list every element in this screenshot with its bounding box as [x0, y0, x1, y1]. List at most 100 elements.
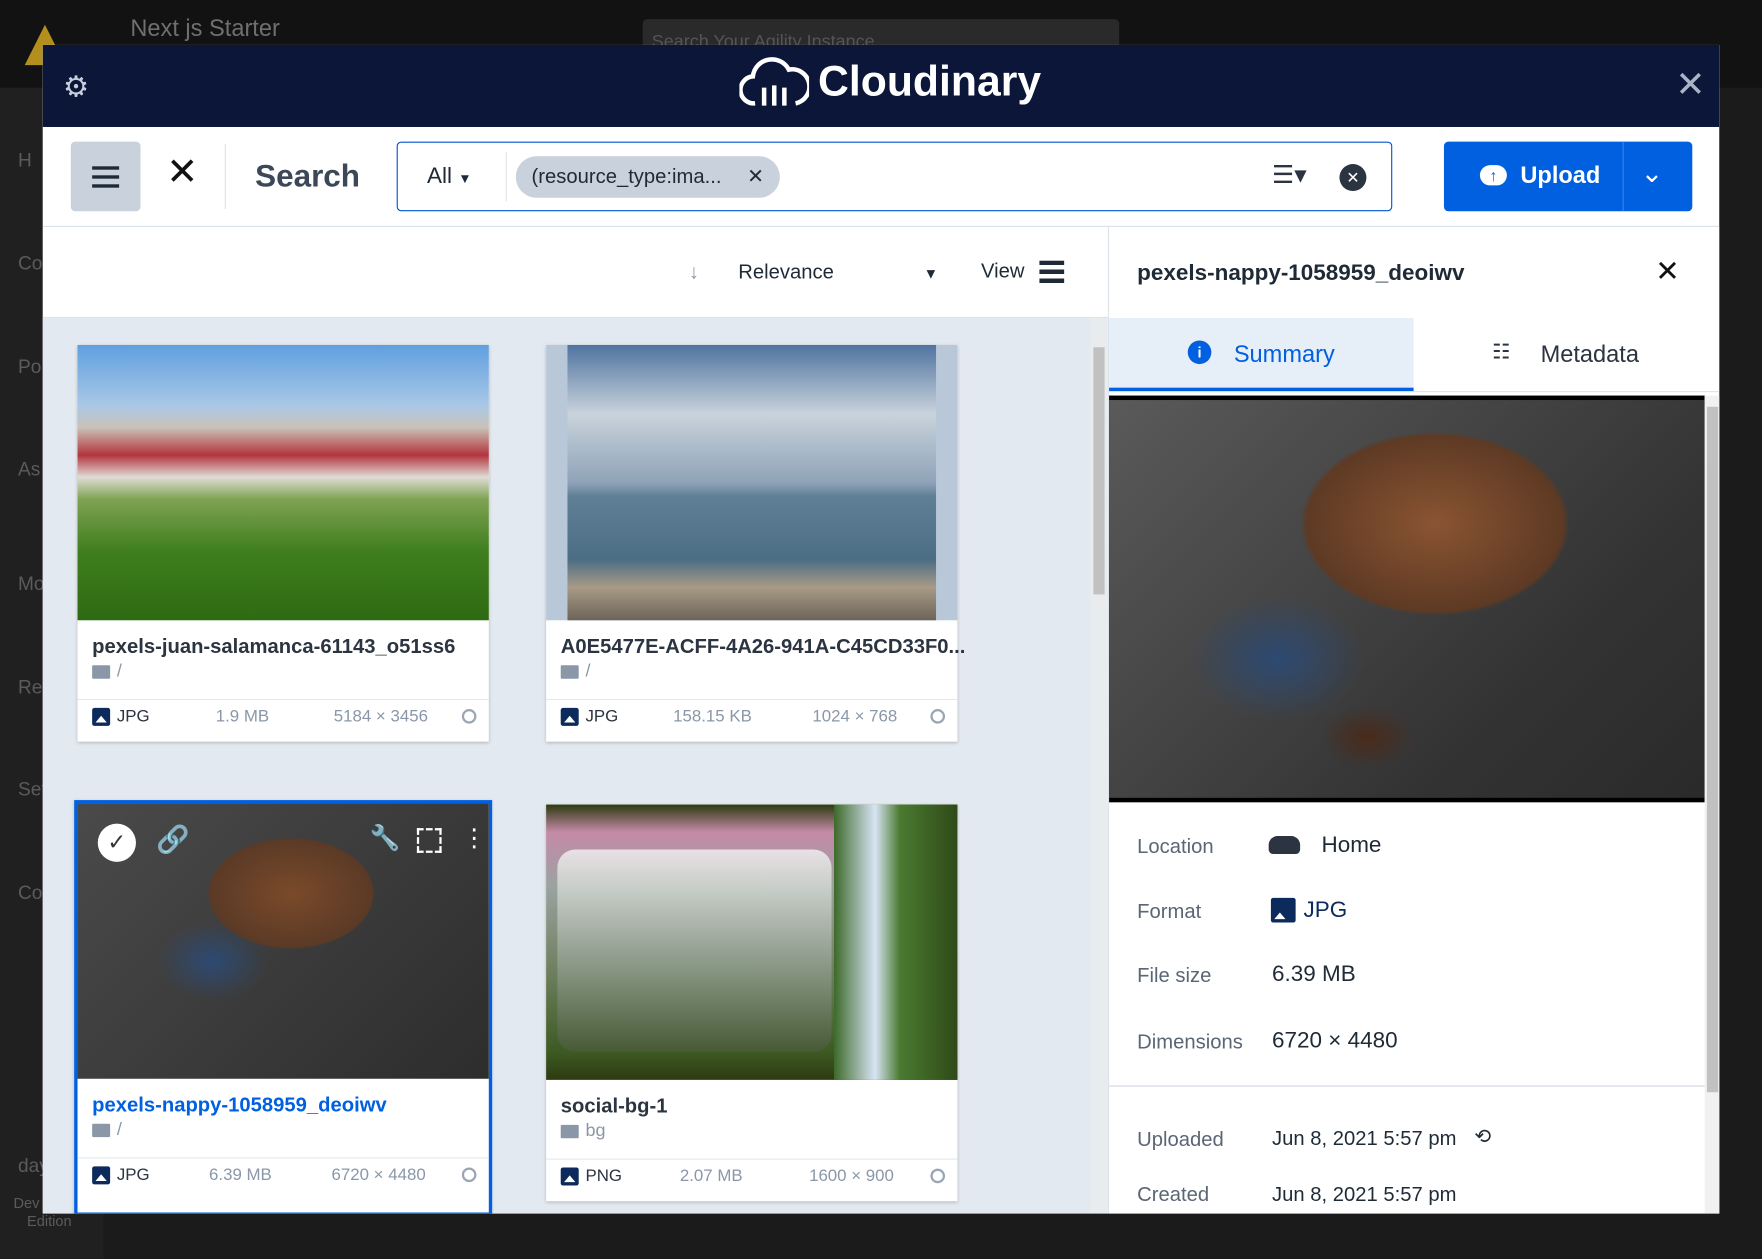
asset-card[interactable]: social-bg-1 bg PNG 2.07 MB 1600 × 900	[546, 804, 958, 1202]
asset-name: pexels-juan-salamanca-61143_o51ss6	[92, 634, 456, 658]
close-modal-icon[interactable]: ✕	[1675, 63, 1705, 106]
public-globe-icon	[930, 709, 946, 724]
asset-thumbnail	[77, 344, 489, 621]
asset-size: 158.15 KB	[673, 706, 752, 726]
public-globe-icon	[461, 709, 477, 724]
tab-label: Summary	[1233, 341, 1335, 368]
asset-folder: /	[116, 1120, 122, 1140]
asset-dimensions: 1600 × 900	[809, 1166, 894, 1186]
dimensions-value: 6720 × 4480	[1272, 1028, 1398, 1053]
tab-summary[interactable]: i Summary	[1109, 318, 1414, 392]
asset-card[interactable]: A0E5477E-ACFF-4A26-941A-C45CD33F0... / J…	[546, 344, 965, 742]
uploaded-value: Jun 8, 2021 5:57 pm	[1272, 1127, 1457, 1150]
asset-name: social-bg-1	[560, 1094, 668, 1117]
folder-icon	[92, 1123, 111, 1138]
close-details-icon[interactable]: ✕	[1655, 254, 1679, 289]
view-label: View	[980, 259, 1025, 283]
upload-label: Upload	[1520, 162, 1601, 189]
divider	[505, 151, 507, 202]
location-label: Location	[1137, 834, 1214, 858]
filter-chip-label: (resource_type:ima...	[531, 165, 722, 188]
asset-format: JPG	[116, 1165, 150, 1185]
cloudinary-media-library-modal: ⚙ Cloudinary ✕ ✕ Search All ▼ (resource_…	[42, 44, 1720, 1214]
divider	[1622, 141, 1624, 212]
advanced-filter-icon[interactable]: ☰▾	[1272, 161, 1307, 190]
asset-grid: pexels-juan-salamanca-61143_o51ss6 / JPG…	[42, 318, 1090, 1214]
select-checkmark-icon[interactable]: ✓	[97, 823, 136, 862]
remove-chip-icon[interactable]: ✕	[747, 165, 764, 189]
folder-icon	[560, 665, 579, 679]
history-icon[interactable]: ⟲	[1474, 1125, 1491, 1149]
sidebar-fragment: Po	[17, 356, 42, 378]
clear-search-icon[interactable]: ✕	[1339, 164, 1367, 192]
asset-format: PNG	[585, 1166, 622, 1186]
settings-gear-icon[interactable]: ⚙	[63, 70, 89, 105]
asset-folder: /	[585, 661, 591, 681]
asset-name: pexels-nappy-1058959_deoiwv	[92, 1093, 387, 1116]
image-icon	[560, 707, 579, 726]
close-search-icon[interactable]: ✕	[166, 149, 198, 194]
asset-dimensions: 1024 × 768	[812, 706, 898, 726]
dimensions-label: Dimensions	[1137, 1030, 1243, 1053]
asset-size: 6.39 MB	[209, 1165, 272, 1185]
grid-scrollbar[interactable]	[1089, 318, 1108, 1214]
format-label: Format	[1137, 900, 1202, 923]
public-globe-icon	[461, 1167, 477, 1183]
folder-icon	[92, 665, 111, 679]
cloudinary-logo: Cloudinary	[739, 56, 1041, 108]
menu-button[interactable]	[70, 141, 141, 212]
asset-card[interactable]: pexels-juan-salamanca-61143_o51ss6 / JPG…	[77, 344, 489, 742]
sort-direction-icon[interactable]: ↓	[689, 261, 699, 285]
location-value: Home	[1321, 832, 1382, 858]
filter-chip[interactable]: (resource_type:ima... ✕	[515, 156, 780, 198]
asset-folder: /	[116, 661, 122, 681]
asset-dimensions: 6720 × 4480	[331, 1165, 426, 1185]
modal-header: ⚙ Cloudinary ✕	[42, 44, 1720, 127]
cloud-upload-icon: ↑	[1479, 165, 1507, 186]
file-size-value: 6.39 MB	[1272, 961, 1356, 987]
copy-link-icon[interactable]: 🔗	[156, 824, 190, 857]
asset-thumbnail	[546, 804, 958, 1080]
format-value: JPG	[1303, 897, 1348, 923]
search-label: Search	[255, 158, 361, 194]
folder-icon	[560, 1124, 579, 1139]
more-options-icon[interactable]: ⋮	[462, 824, 487, 853]
upload-options-chevron-icon[interactable]: ⌄	[1641, 157, 1664, 190]
divider	[1109, 1085, 1705, 1087]
asset-thumbnail	[567, 344, 937, 621]
upload-button[interactable]: ↑ Upload ⌄	[1443, 141, 1693, 212]
search-box[interactable]: All ▼ (resource_type:ima... ✕ ☰▾ ✕	[396, 141, 1393, 212]
details-preview	[1109, 395, 1705, 803]
sort-value: Relevance	[738, 260, 834, 284]
sidebar-fragment: Edition	[26, 1212, 72, 1230]
edit-wrench-icon[interactable]: 🔧	[370, 824, 401, 853]
asset-dimensions: 5184 × 3456	[333, 706, 428, 726]
created-value: Jun 8, 2021 5:57 pm	[1272, 1183, 1457, 1206]
list-view-icon[interactable]	[1039, 260, 1065, 284]
image-icon	[560, 1166, 579, 1185]
cloud-icon	[1268, 836, 1301, 855]
sort-dropdown[interactable]: Relevance	[738, 261, 834, 285]
asset-card-selected[interactable]: ✓ 🔗 🔧 ⋮ pexels-nappy-1058959_deoiwv / JP…	[74, 800, 493, 1214]
caret-down-icon[interactable]: ▼	[924, 265, 938, 282]
image-icon	[92, 1165, 111, 1184]
asset-name: A0E5477E-ACFF-4A26-941A-C45CD33F0...	[560, 634, 966, 658]
public-globe-icon	[930, 1168, 946, 1184]
transform-crop-icon[interactable]	[416, 828, 442, 853]
details-scrollbar[interactable]	[1704, 395, 1720, 1214]
asset-details-panel: pexels-nappy-1058959_deoiwv ✕ i Summary …	[1107, 226, 1720, 1214]
sidebar-fragment: Re	[17, 676, 43, 698]
scope-dropdown[interactable]: All ▼	[427, 164, 472, 190]
created-label: Created	[1137, 1183, 1210, 1206]
background-app-title: Next js Starter	[130, 15, 280, 42]
search-toolbar: ✕ Search All ▼ (resource_type:ima... ✕ ☰▾…	[42, 127, 1720, 227]
tab-metadata[interactable]: ☷ Metadata	[1414, 318, 1720, 391]
metadata-list-icon: ☷	[1492, 340, 1511, 363]
brand-name: Cloudinary	[818, 57, 1042, 106]
sidebar-fragment: As	[17, 458, 41, 480]
asset-size: 2.07 MB	[679, 1166, 743, 1186]
scope-value: All	[427, 164, 452, 189]
asset-format: JPG	[116, 706, 150, 726]
sidebar-fragment: Mo	[17, 573, 45, 595]
sidebar-fragment: Co	[17, 882, 43, 904]
